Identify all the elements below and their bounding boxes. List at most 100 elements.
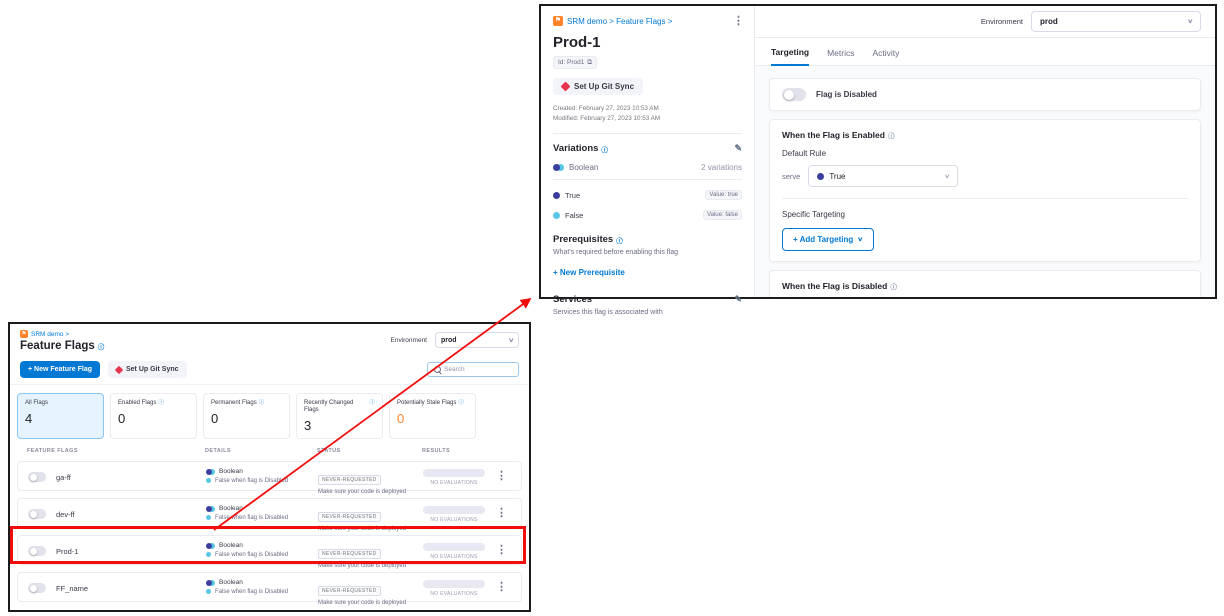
results-text: NO EVALUATIONS	[423, 554, 485, 560]
column-feature-flags: FEATURE FLAGS	[27, 448, 78, 454]
table-row-prod-1[interactable]: Prod-1 Boolean False when flag is Disabl…	[17, 535, 522, 565]
table-row-ga-ff[interactable]: ga-ff Boolean False when flag is Disable…	[17, 461, 522, 491]
created-date: Created: February 27, 2023 10:53 AM	[553, 104, 742, 114]
flag-results: NO EVALUATIONS	[423, 506, 485, 523]
flag-name: Prod-1	[56, 547, 79, 556]
table-row-ff-name[interactable]: FF_name Boolean False when flag is Disab…	[17, 572, 522, 602]
stat-all-flags[interactable]: All Flags 4	[17, 393, 104, 439]
set-up-git-sync-button[interactable]: Set Up Git Sync	[108, 361, 187, 378]
info-icon[interactable]: ⓘ	[458, 400, 464, 407]
environment-select[interactable]: prod ∨	[435, 332, 519, 348]
table-header: FEATURE FLAGS DETAILS STATUS RESULTS	[10, 448, 529, 458]
column-results: RESULTS	[422, 448, 450, 454]
row-menu-kebab-icon[interactable]: ⋮	[496, 471, 507, 482]
environment-label: Environment	[391, 337, 428, 344]
flag-name: FF_name	[56, 584, 88, 593]
info-icon[interactable]: ⓘ	[158, 400, 164, 407]
feature-flags-module-icon: ⚑	[20, 330, 28, 338]
copy-icon[interactable]: ⧉	[587, 59, 592, 67]
stat-value: 3	[304, 418, 375, 433]
stats-row: All Flags 4 Enabled Flagsⓘ 0 Permanent F…	[10, 385, 529, 439]
stat-potentially-stale-flags[interactable]: Potentially Stale Flagsⓘ 0	[389, 393, 476, 439]
search-input[interactable]	[444, 366, 513, 373]
tab-metrics[interactable]: Metrics	[827, 48, 854, 65]
add-targeting-button[interactable]: + Add Targeting ∨	[782, 228, 874, 251]
boolean-type-icon	[206, 469, 215, 475]
table-row-dev-ff[interactable]: dev-ff Boolean False when flag is Disabl…	[17, 498, 522, 528]
info-icon[interactable]: ⓘ	[369, 400, 375, 407]
breadcrumb-text[interactable]: SRM demo >	[31, 331, 69, 338]
column-details: DETAILS	[205, 448, 231, 454]
row-menu-kebab-icon[interactable]: ⋮	[496, 582, 507, 593]
tab-activity[interactable]: Activity	[872, 48, 899, 65]
flag-rows: ga-ff Boolean False when flag is Disable…	[10, 458, 529, 602]
breadcrumb-text[interactable]: SRM demo > Feature Flags >	[567, 17, 672, 26]
new-feature-flag-button[interactable]: + New Feature Flag	[20, 361, 100, 378]
environment-bar: Environment prod ∨	[391, 332, 520, 348]
flag-toggle[interactable]	[28, 509, 46, 519]
enabled-info-icon[interactable]: ⓘ	[888, 130, 895, 140]
flag-details: Boolean False when flag is Disabled	[206, 505, 288, 521]
status-note: Make sure your code is deployed	[318, 489, 406, 495]
stat-permanent-flags[interactable]: Permanent Flagsⓘ 0	[203, 393, 290, 439]
status-badge: NEVER-REQUESTED	[318, 475, 381, 485]
status-note: Make sure your code is deployed	[318, 563, 406, 569]
flag-details: Boolean False when flag is Disabled	[206, 579, 288, 595]
stat-recently-changed-flags[interactable]: Recently Changed Flagsⓘ 3	[296, 393, 383, 439]
flag-status: NEVER-REQUESTED Make sure your code is d…	[318, 579, 406, 606]
boolean-type-icon	[206, 580, 215, 586]
page-title: Prod-1	[553, 34, 742, 51]
flag-menu-kebab-icon[interactable]: ⋮	[733, 16, 744, 27]
services-heading-row: Services ✎	[553, 294, 742, 305]
flag-detail-panel: ⚑ SRM demo > Feature Flags > ⋮ Prod-1 Id…	[539, 4, 1217, 299]
stat-value: 4	[25, 411, 96, 426]
flag-state-label: Flag is Disabled	[816, 90, 877, 99]
variation-value-chip: Value: false	[703, 210, 742, 220]
disabled-heading: When the Flag is Disabled	[782, 281, 887, 291]
variations-info-icon[interactable]: ⓘ	[601, 144, 608, 154]
results-bar	[423, 469, 485, 477]
true-variation-dot-icon	[817, 173, 824, 180]
flag-toggle[interactable]	[28, 546, 46, 556]
flag-details: Boolean False when flag is Disabled	[206, 542, 288, 558]
tab-targeting[interactable]: Targeting	[771, 47, 809, 66]
flag-detail-sidebar: ⚑ SRM demo > Feature Flags > ⋮ Prod-1 Id…	[541, 6, 755, 297]
git-sync-icon	[561, 82, 571, 92]
results-bar	[423, 580, 485, 588]
chevron-down-icon: ∨	[857, 236, 863, 243]
edit-variations-icon[interactable]: ✎	[734, 143, 742, 154]
breadcrumb[interactable]: ⚑ SRM demo > Feature Flags >	[553, 16, 742, 26]
status-note: Make sure your code is deployed	[318, 600, 406, 606]
services-heading: Services	[553, 294, 592, 305]
status-note: Make sure your code is deployed	[318, 526, 406, 532]
flag-toggle[interactable]	[28, 472, 46, 482]
prerequisites-info-icon[interactable]: ⓘ	[616, 235, 623, 245]
set-up-git-sync-button[interactable]: Set Up Git Sync	[553, 78, 643, 95]
variation-value-chip: Value: true	[705, 190, 742, 200]
default-rule-select[interactable]: True ∨	[808, 165, 958, 187]
new-prerequisite-link[interactable]: + New Prerequisite	[553, 268, 625, 277]
environment-select[interactable]: prod ∨	[1031, 11, 1201, 32]
title-info-icon[interactable]: ⓘ	[98, 341, 105, 351]
variations-heading-row: Variations ⓘ ✎	[553, 143, 742, 154]
disabled-info-icon[interactable]: ⓘ	[890, 281, 897, 291]
row-menu-kebab-icon[interactable]: ⋮	[496, 508, 507, 519]
false-variation-dot-icon	[206, 515, 211, 520]
info-icon[interactable]: ⓘ	[259, 400, 265, 407]
search-box[interactable]	[427, 362, 519, 377]
stat-value: 0	[118, 411, 189, 426]
false-variation-dot-icon	[206, 552, 211, 557]
row-menu-kebab-icon[interactable]: ⋮	[496, 545, 507, 556]
variation-count: 2 variations	[701, 163, 742, 172]
variation-false-row: False Value: false	[553, 210, 742, 220]
flag-id-text: Id: Prod1	[558, 59, 584, 66]
targeting-tab-content: Flag is Disabled When the Flag is Enable…	[755, 66, 1215, 297]
divider	[553, 133, 742, 134]
flag-toggle[interactable]	[28, 583, 46, 593]
chevron-down-icon: ∨	[508, 337, 514, 344]
environment-value: prod	[1040, 17, 1058, 26]
flag-enabled-toggle[interactable]	[782, 88, 806, 101]
stat-enabled-flags[interactable]: Enabled Flagsⓘ 0	[110, 393, 197, 439]
false-variation-dot-icon	[553, 212, 560, 219]
edit-services-icon[interactable]: ✎	[734, 294, 742, 305]
